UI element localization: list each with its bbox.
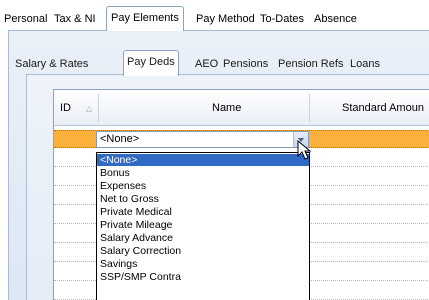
grid-header: ID △ Name Standard Amoun xyxy=(54,90,429,126)
column-header-standard-amount[interactable]: Standard Amoun xyxy=(342,90,424,126)
tab-pensions[interactable]: Pensions xyxy=(220,54,271,74)
list-item-savings[interactable]: Savings xyxy=(97,258,309,270)
tab-loans[interactable]: Loans xyxy=(347,54,383,74)
name-dropdown-list: <None> Bonus Expenses Net to Gross Priva… xyxy=(96,152,310,300)
tab-aeo[interactable]: AEO xyxy=(192,54,221,74)
top-tab-strip: Personal Tax & NI Pay Elements Pay Metho… xyxy=(0,0,429,31)
tab-pay-elements[interactable]: Pay Elements xyxy=(106,6,184,31)
list-item-expenses[interactable]: Expenses xyxy=(97,180,309,192)
tab-pay-deds[interactable]: Pay Deds xyxy=(123,50,179,76)
column-header-id[interactable]: ID xyxy=(60,90,71,126)
list-item-bonus[interactable]: Bonus xyxy=(97,167,309,179)
column-divider[interactable] xyxy=(98,94,99,122)
tab-absence[interactable]: Absence xyxy=(310,8,361,30)
list-item-none[interactable]: <None> xyxy=(97,154,309,166)
tab-tax-ni[interactable]: Tax & NI xyxy=(50,8,100,30)
list-item-salary-correction[interactable]: Salary Correction xyxy=(97,245,309,257)
name-combo-box[interactable]: <None> xyxy=(96,131,309,148)
list-item-private-medical[interactable]: Private Medical xyxy=(97,206,309,218)
tab-pension-refs[interactable]: Pension Refs xyxy=(275,54,346,74)
list-item-ssp-smp-contra[interactable]: SSP/SMP Contra xyxy=(97,271,309,283)
combo-value: <None> xyxy=(100,133,140,145)
mouse-pointer-icon xyxy=(297,140,312,160)
sort-ascending-icon: △ xyxy=(86,104,93,113)
tab-pay-method[interactable]: Pay Method xyxy=(192,8,259,30)
list-item-private-mileage[interactable]: Private Mileage xyxy=(97,219,309,231)
column-divider[interactable] xyxy=(309,94,310,122)
list-item-salary-advance[interactable]: Salary Advance xyxy=(97,232,309,244)
column-header-name[interactable]: Name xyxy=(212,90,241,126)
tab-salary-rates[interactable]: Salary & Rates xyxy=(12,54,91,74)
list-item-net-to-gross[interactable]: Net to Gross xyxy=(97,193,309,205)
tab-to-dates[interactable]: To-Dates xyxy=(256,8,308,30)
tab-personal[interactable]: Personal xyxy=(0,8,51,30)
